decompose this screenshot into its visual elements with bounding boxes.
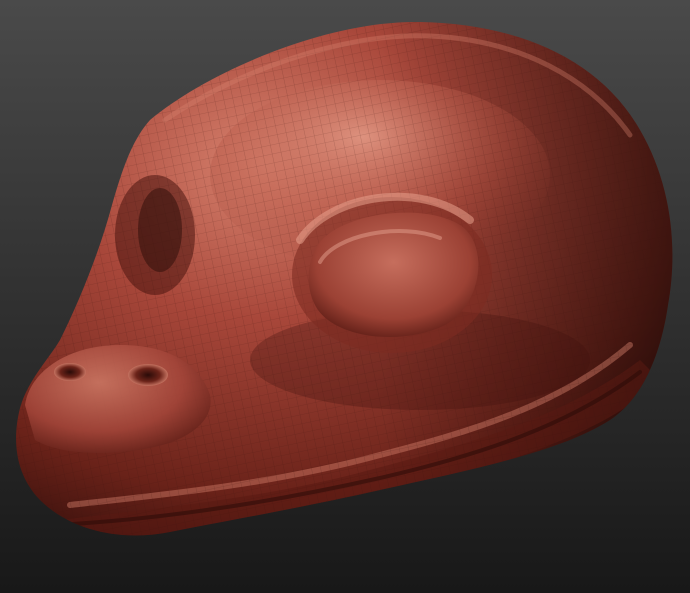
eye (292, 192, 492, 353)
nostril-right (128, 364, 168, 386)
sculpt-viewport[interactable] (0, 0, 690, 593)
nostril-left (54, 363, 86, 381)
viewport-canvas (0, 0, 690, 593)
